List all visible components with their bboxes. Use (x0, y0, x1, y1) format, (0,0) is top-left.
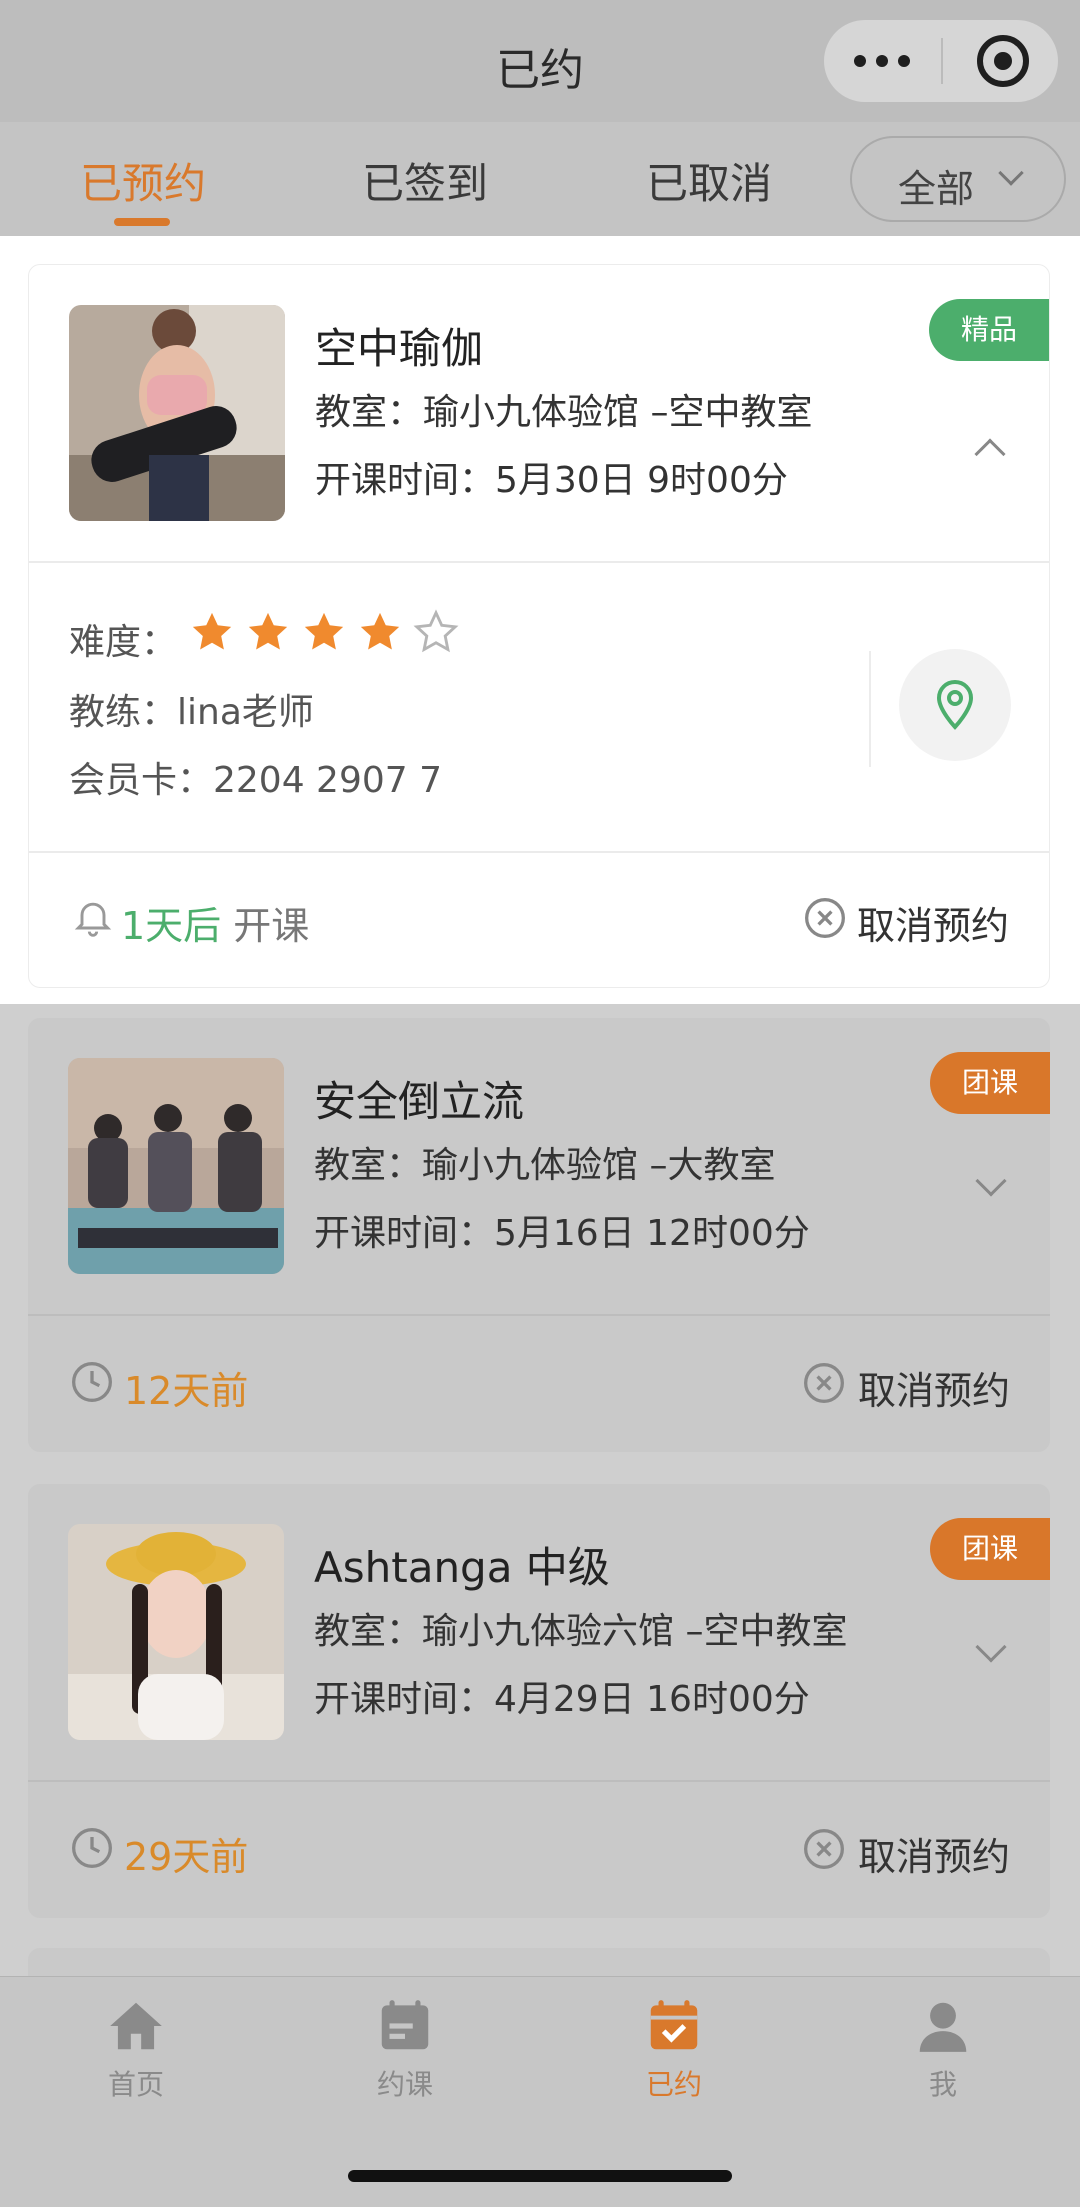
active-tab-indicator (114, 218, 170, 226)
class-name: 空中瑜伽 (315, 324, 484, 373)
booking-card[interactable]: 安全倒立流 教室：瑜小九体验馆 –大教室 开课时间：5月16日 12时00分 团… (28, 1018, 1050, 1452)
star-filled-icon (304, 612, 344, 650)
nav-item-booked[interactable]: 已约 (574, 1995, 774, 2103)
nav-item-book-class[interactable]: 约课 (305, 1995, 505, 2103)
class-time: 开课时间：5月30日 9时00分 (315, 460, 788, 501)
nav-label: 已约 (645, 2068, 702, 2101)
star-empty-icon (413, 609, 459, 653)
tab-checked-in[interactable]: 已签到 (362, 150, 488, 211)
user-icon (919, 2002, 967, 2052)
tab-cancelled[interactable]: 已取消 (646, 150, 772, 211)
divider (28, 1780, 1050, 1782)
countdown-highlight: 1天后 (121, 904, 222, 948)
cancel-circle-icon (804, 1363, 844, 1403)
chevron-down-icon (998, 160, 1024, 186)
capsule-divider (941, 38, 943, 84)
divider (29, 561, 1049, 563)
nav-label: 首页 (107, 2068, 164, 2101)
nav-item-home[interactable]: 首页 (36, 1995, 236, 2103)
location-button[interactable] (899, 649, 1011, 761)
chevron-down-icon[interactable] (975, 1165, 1007, 1197)
time-ago-text: 12天前 (124, 1369, 249, 1413)
tab-booked[interactable]: 已预约 (80, 150, 206, 211)
member-card-label: 会员卡：2204 2907 7 (69, 760, 443, 801)
booking-card[interactable]: Ashtanga 中级 教室：瑜小九体验六馆 –空中教室 开课时间：4月29日 … (28, 1484, 1050, 1918)
difficulty-label: 难度： (69, 622, 178, 663)
difficulty-rating (189, 609, 469, 657)
group-class-badge: 团课 (930, 1518, 1050, 1580)
more-icon[interactable] (854, 38, 954, 84)
start-countdown: 1天后 开课 (121, 895, 309, 950)
cancel-booking-button[interactable]: 取消预约 (858, 1826, 1010, 1881)
time-ago-text: 29天前 (124, 1835, 249, 1879)
star-filled-icon (360, 612, 400, 650)
home-indicator (348, 2170, 732, 2182)
class-name: Ashtanga 中级 (314, 1543, 610, 1592)
nav-label: 我 (928, 2068, 957, 2101)
chevron-down-icon[interactable] (975, 1631, 1007, 1663)
class-thumbnail (68, 1058, 284, 1274)
time-ago: 12天前 (124, 1360, 248, 1415)
cancel-booking-button[interactable]: 取消预约 (857, 895, 1009, 950)
calendar-icon (381, 2000, 429, 2050)
time-ago: 29天前 (124, 1826, 248, 1881)
coach-label: 教练：lina老师 (69, 692, 314, 733)
nav-label: 约课 (376, 2068, 433, 2101)
class-time: 开课时间：4月29日 16时00分 (314, 1679, 810, 1720)
status-tabs: 已预约 已签到 已取消 全部 (0, 122, 1080, 236)
premium-badge: 精品 (929, 299, 1049, 361)
divider (28, 1314, 1050, 1316)
class-thumbnail (68, 1524, 284, 1740)
cancel-circle-icon (804, 1829, 844, 1869)
class-room: 教室：瑜小九体验馆 –空中教室 (315, 392, 813, 433)
close-target-icon[interactable] (977, 35, 1029, 87)
star-filled-icon (248, 612, 288, 650)
location-pin-icon (936, 679, 974, 730)
home-icon (110, 2002, 162, 2050)
vertical-divider (869, 651, 871, 767)
divider (29, 851, 1049, 853)
cancel-booking-button[interactable]: 取消预约 (858, 1360, 1010, 1415)
countdown-suffix: 开课 (233, 904, 310, 948)
clock-icon (72, 1828, 112, 1868)
class-thumbnail (69, 305, 285, 521)
clock-icon (72, 1362, 112, 1402)
chevron-up-icon[interactable] (974, 438, 1006, 470)
class-name: 安全倒立流 (314, 1077, 525, 1126)
class-room: 教室：瑜小九体验馆 –大教室 (314, 1145, 776, 1186)
filter-label: 全部 (898, 167, 975, 211)
star-filled-icon (192, 612, 232, 650)
nav-bar: 已约 (0, 0, 1080, 122)
class-time: 开课时间：5月16日 12时00分 (314, 1213, 810, 1254)
nav-item-me[interactable]: 我 (843, 1995, 1043, 2103)
mini-program-capsule (824, 20, 1058, 102)
booking-card[interactable]: 空中瑜伽 教室：瑜小九体验馆 –空中教室 开课时间：5月30日 9时00分 精品… (28, 264, 1050, 988)
filter-dropdown[interactable]: 全部 (850, 136, 1066, 222)
class-room: 教室：瑜小九体验六馆 –空中教室 (314, 1611, 848, 1652)
cancel-circle-icon (805, 898, 845, 938)
bell-icon (74, 902, 112, 937)
calendar-check-icon (650, 2000, 698, 2050)
group-class-badge: 团课 (930, 1052, 1050, 1114)
